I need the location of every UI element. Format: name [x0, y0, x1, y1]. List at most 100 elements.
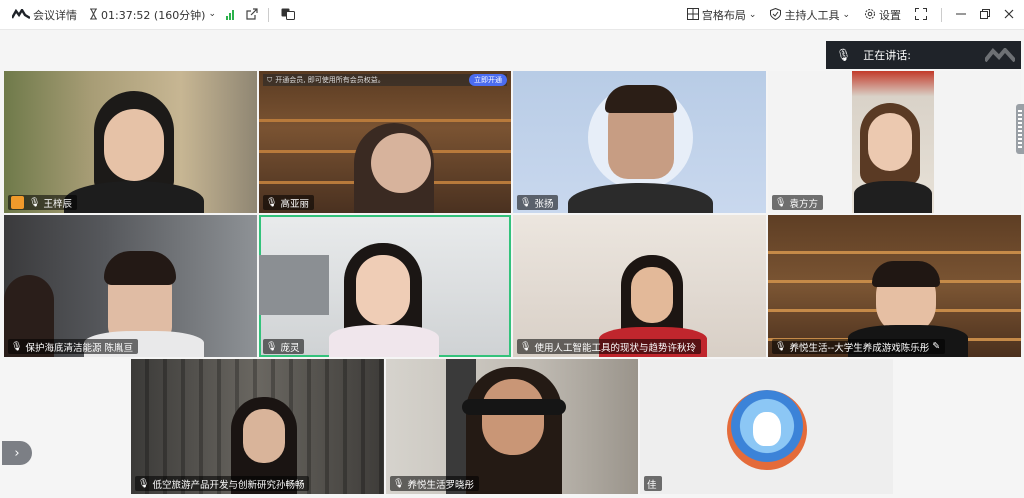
- video-tile[interactable]: 🎙 养悦生活罗晓彤: [386, 359, 638, 494]
- participant-name: 保护海底清洁能源 陈胤亘: [25, 342, 133, 354]
- participant-name: 王梓辰: [43, 198, 72, 210]
- translate-icon: [281, 8, 296, 22]
- mic-icon: 🎙: [775, 197, 787, 208]
- grid-layout-button[interactable]: 宫格布局 ⌄: [686, 7, 757, 23]
- participant-video: [356, 255, 410, 325]
- mic-icon: 🎙: [266, 341, 278, 352]
- shield-icon: ⛉: [267, 75, 273, 84]
- video-tile-active-speaker[interactable]: 🎙 庞灵: [259, 215, 511, 357]
- participant-name-tag: 佳: [644, 476, 662, 491]
- participant-video: [605, 85, 677, 113]
- mic-icon: 🎙: [393, 478, 405, 489]
- participant-video: [243, 409, 285, 463]
- participant-name-tag: 🎙 养悦生活--大学生养成游戏陈乐彤 ✎: [772, 339, 946, 354]
- video-tile[interactable]: 🎙 使用人工智能工具的现状与趋势许秋玲: [513, 215, 766, 357]
- participant-video: [329, 325, 439, 357]
- participant-video: [872, 261, 940, 287]
- meeting-details-label: 会议详情: [33, 8, 77, 22]
- participant-name-tag: 🎙 低空旅游产品开发与创新研究孙畅畅: [135, 476, 310, 491]
- minimize-icon[interactable]: [956, 9, 966, 21]
- app-logo-icon: [985, 48, 1015, 62]
- mic-icon: 🎙: [29, 197, 41, 208]
- participant-name: 养悦生活罗晓彤: [407, 479, 474, 491]
- mic-icon: 🎙: [775, 341, 787, 352]
- participant-name: 高亚丽: [280, 198, 309, 210]
- participant-video: [104, 109, 164, 181]
- participant-video: [568, 183, 713, 213]
- participant-video: [631, 267, 673, 323]
- participant-avatar: [727, 390, 807, 470]
- chevron-down-icon: ⌄: [748, 9, 757, 20]
- restore-icon[interactable]: [980, 9, 990, 21]
- fullscreen-icon[interactable]: [915, 8, 927, 22]
- participant-name-tag: 🎙 高亚丽: [263, 195, 314, 210]
- participant-name: 张扬: [534, 198, 554, 210]
- app-logo-icon: [10, 7, 31, 21]
- video-tile[interactable]: 🎙 袁方方: [768, 71, 1021, 213]
- pen-icon: ✎: [932, 341, 941, 352]
- video-tile[interactable]: 🎙 王梓辰: [4, 71, 257, 213]
- participant-video: [482, 379, 544, 455]
- vip-open-button[interactable]: 立即开通: [469, 74, 507, 86]
- participant-name-tag: 🎙 养悦生活罗晓彤: [390, 476, 479, 491]
- participant-video: [868, 113, 912, 171]
- video-tile[interactable]: 🎙 养悦生活--大学生养成游戏陈乐彤 ✎: [768, 215, 1021, 357]
- video-tile[interactable]: 🎙 低空旅游产品开发与创新研究孙畅畅: [131, 359, 384, 494]
- chevron-right-icon: ›: [14, 445, 20, 461]
- video-tile[interactable]: 🎙 张扬: [513, 71, 766, 213]
- share-button[interactable]: [246, 7, 258, 22]
- meeting-details-button[interactable]: 会议详情: [10, 7, 77, 23]
- participant-name-tag: 🎙 王梓辰: [8, 195, 77, 210]
- participant-name: 低空旅游产品开发与创新研究孙畅畅: [152, 479, 305, 491]
- settings-label: 设置: [879, 9, 901, 22]
- divider: [268, 7, 270, 22]
- vip-banner-text: 开通会员, 即可使用所有会员权益。: [275, 76, 385, 84]
- side-panel-handle[interactable]: [1016, 104, 1024, 154]
- active-speaker-bar: 🎙 正在讲话:: [826, 41, 1021, 69]
- video-tile[interactable]: 🎙 保护海底清洁能源 陈胤亘: [4, 215, 257, 357]
- settings-button[interactable]: 设置: [864, 7, 901, 23]
- participant-name: 庞灵: [280, 342, 300, 354]
- mic-icon: 🎙: [138, 478, 150, 489]
- share-icon: [246, 7, 258, 22]
- grid-icon: [686, 8, 699, 22]
- participant-name: 袁方方: [789, 198, 818, 210]
- chevron-down-icon: ⌄: [842, 9, 850, 20]
- hourglass-icon: [89, 7, 98, 22]
- mic-icon: 🎙: [836, 48, 852, 62]
- participant-video: [371, 133, 431, 193]
- participant-name-tag: 🎙 保护海底清洁能源 陈胤亘: [8, 339, 138, 354]
- participant-video: [854, 181, 932, 213]
- mic-icon: 🎙: [11, 341, 23, 352]
- host-tools-button[interactable]: 主持人工具 ⌄: [770, 7, 850, 23]
- participant-name-tag: 🎙 使用人工智能工具的现状与趋势许秋玲: [517, 339, 701, 354]
- participant-video: [64, 181, 204, 213]
- participant-video: [104, 251, 176, 285]
- participant-video: [259, 255, 329, 315]
- mic-icon: 🎙: [266, 197, 278, 208]
- next-page-button[interactable]: ›: [2, 441, 32, 465]
- participant-name: 使用人工智能工具的现状与趋势许秋玲: [534, 342, 696, 354]
- vip-banner: ⛉ 开通会员, 即可使用所有会员权益。 立即开通: [263, 74, 507, 86]
- mic-icon: 🎙: [520, 341, 532, 352]
- signal-icon[interactable]: [226, 9, 235, 20]
- active-speaker-label: 正在讲话:: [863, 49, 911, 62]
- participant-name-tag: 🎙 庞灵: [263, 339, 305, 354]
- top-bar: 会议详情 01:37:52 (160分钟) ⌄ 宫格布局 ⌄ 主持人工具 ⌄ 设: [0, 0, 1024, 30]
- chevron-down-icon: ⌄: [208, 9, 217, 19]
- participant-video: [462, 399, 566, 415]
- divider: [941, 8, 942, 22]
- participant-name: 佳: [647, 479, 657, 491]
- host-tools-label: 主持人工具: [784, 9, 840, 22]
- grid-layout-label: 宫格布局: [701, 9, 746, 22]
- timer-label: 01:37:52 (160分钟): [101, 8, 206, 22]
- close-icon[interactable]: [1004, 9, 1014, 21]
- mic-icon: 🎙: [520, 197, 532, 208]
- participant-name-tag: 🎙 张扬: [517, 195, 559, 210]
- translate-button[interactable]: [281, 8, 296, 22]
- host-icon: [11, 196, 24, 209]
- video-tile[interactable]: ⛉ 开通会员, 即可使用所有会员权益。 立即开通 🎙 高亚丽: [259, 71, 511, 213]
- timer[interactable]: 01:37:52 (160分钟) ⌄: [89, 7, 216, 23]
- participant-name-tag: 🎙 袁方方: [772, 195, 823, 210]
- gear-icon: [864, 8, 876, 22]
